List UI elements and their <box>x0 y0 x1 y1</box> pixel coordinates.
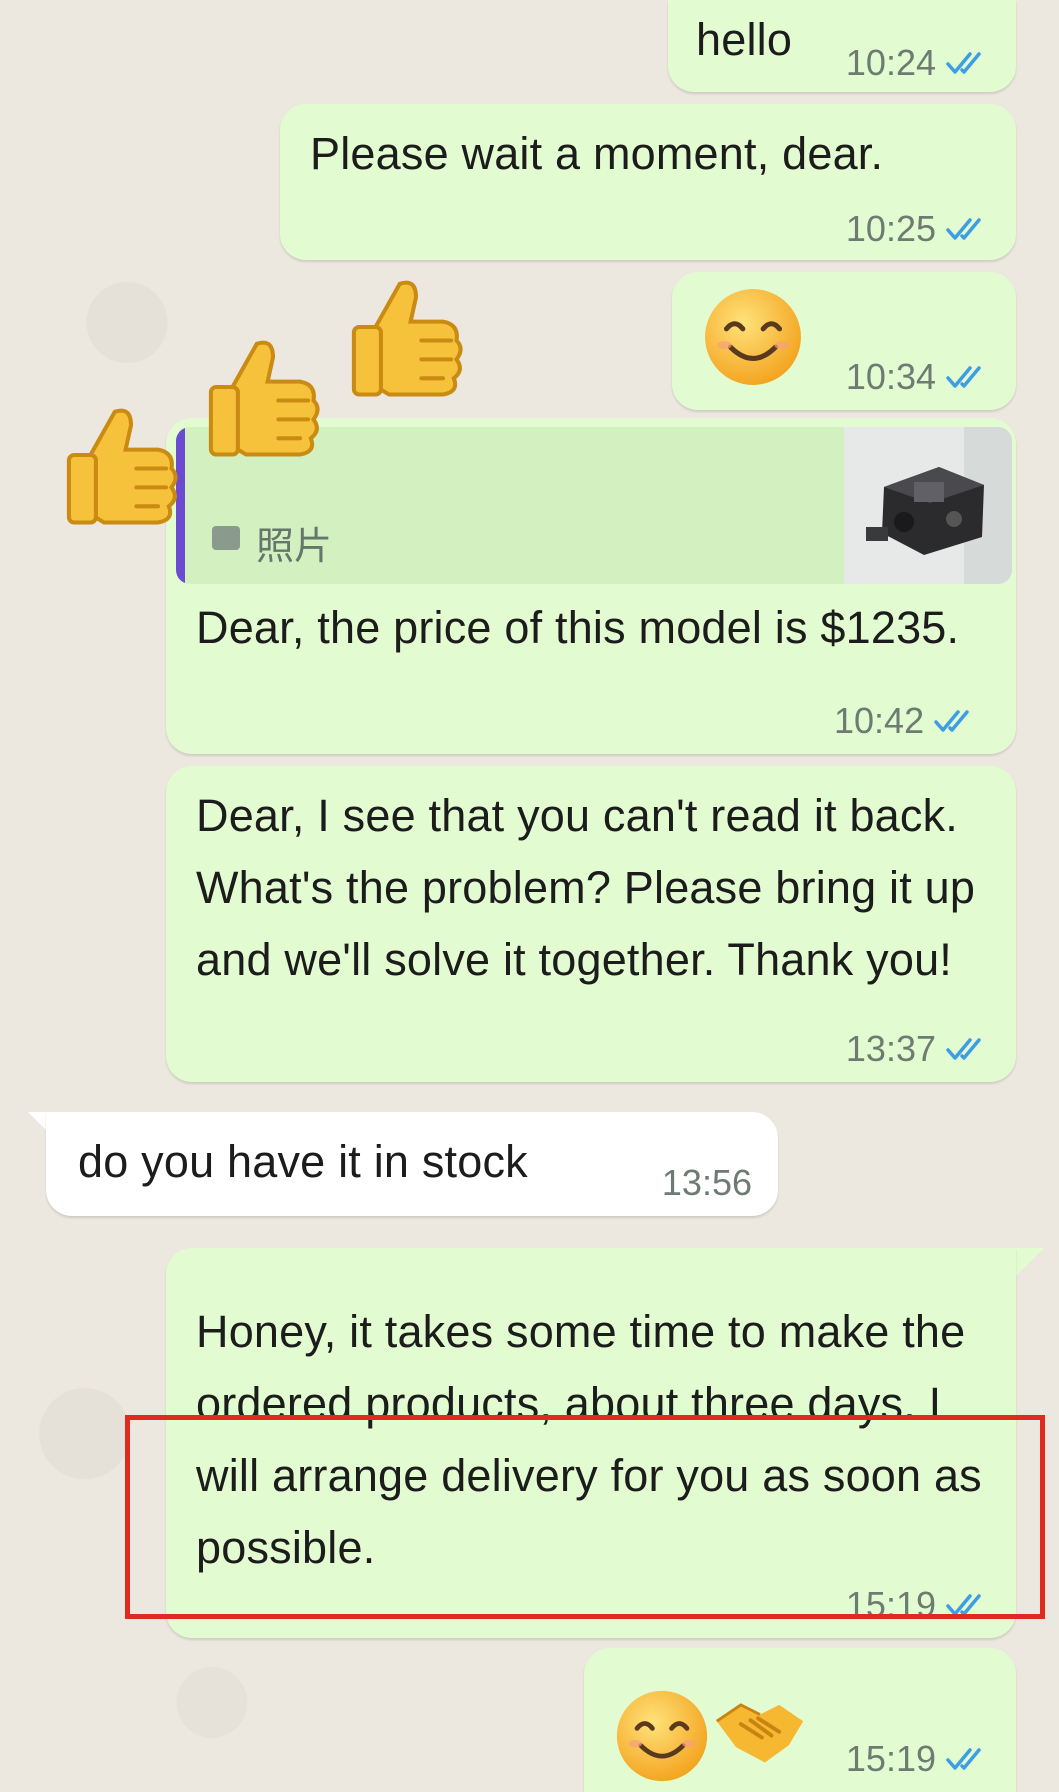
smiling-face-emoji <box>616 1690 708 1782</box>
double-check-icon <box>946 52 981 74</box>
message-meta: 10:25 <box>846 208 990 250</box>
message-text: hello <box>696 14 793 65</box>
message-meta: 15:19 <box>846 1738 990 1780</box>
thumbs-up-icon <box>208 340 320 457</box>
message-bubble-incoming[interactable]: do you have it in stock 13:56 <box>46 1112 778 1216</box>
message-meta: 10:42 <box>834 700 978 742</box>
double-check-icon <box>946 366 981 388</box>
quoted-photo-label: 照片 <box>256 524 333 568</box>
double-check-icon <box>934 710 969 732</box>
thumbs-up-icon <box>66 408 178 525</box>
message-time: 10:42 <box>834 700 925 741</box>
message-meta: 10:34 <box>846 356 990 398</box>
hydraulic-pump-photo <box>844 427 1012 584</box>
message-meta: 13:37 <box>846 1028 990 1070</box>
message-text-content: Dear, the price of this model is $1235. <box>196 602 960 653</box>
message-meta: 13:56 <box>662 1162 752 1204</box>
message-bubble-outgoing[interactable]: 10:34 <box>672 272 1016 410</box>
quoted-photo-thumbnail <box>844 427 1012 584</box>
message-text: Dear, I see that you can't read it back.… <box>196 790 976 985</box>
double-check-icon <box>946 218 981 240</box>
message-bubble-outgoing[interactable]: hello 10:24 <box>668 0 1016 92</box>
highlight-box <box>125 1415 1045 1619</box>
photo-icon <box>212 526 240 550</box>
double-check-icon <box>946 1748 981 1770</box>
message-text: do you have it in stock <box>78 1136 528 1187</box>
message-bubble-outgoing[interactable]: Dear, I see that you can't read it back.… <box>166 766 1016 1082</box>
message-time: 13:37 <box>845 1028 936 1069</box>
double-check-icon <box>946 1038 981 1060</box>
message-time: 15:19 <box>845 1738 936 1779</box>
message-time: 10:24 <box>845 42 936 83</box>
message-bubble-outgoing[interactable]: Please wait a moment, dear. 10:25 <box>280 104 1016 260</box>
message-text: Please wait a moment, dear. <box>310 128 884 179</box>
message-bubble-outgoing[interactable]: 😊🤝 15:19 <box>584 1648 1016 1792</box>
message-meta: 10:24 <box>846 42 990 84</box>
thumbs-up-icon <box>351 280 463 397</box>
message-time: 10:25 <box>845 208 936 249</box>
smiling-face-emoji <box>705 289 801 385</box>
message-time: 13:56 <box>661 1162 752 1203</box>
handshake-emoji <box>715 1703 804 1763</box>
message-text: Dear, the price of this model is $1235. <box>196 592 966 664</box>
message-time: 10:34 <box>845 356 936 397</box>
